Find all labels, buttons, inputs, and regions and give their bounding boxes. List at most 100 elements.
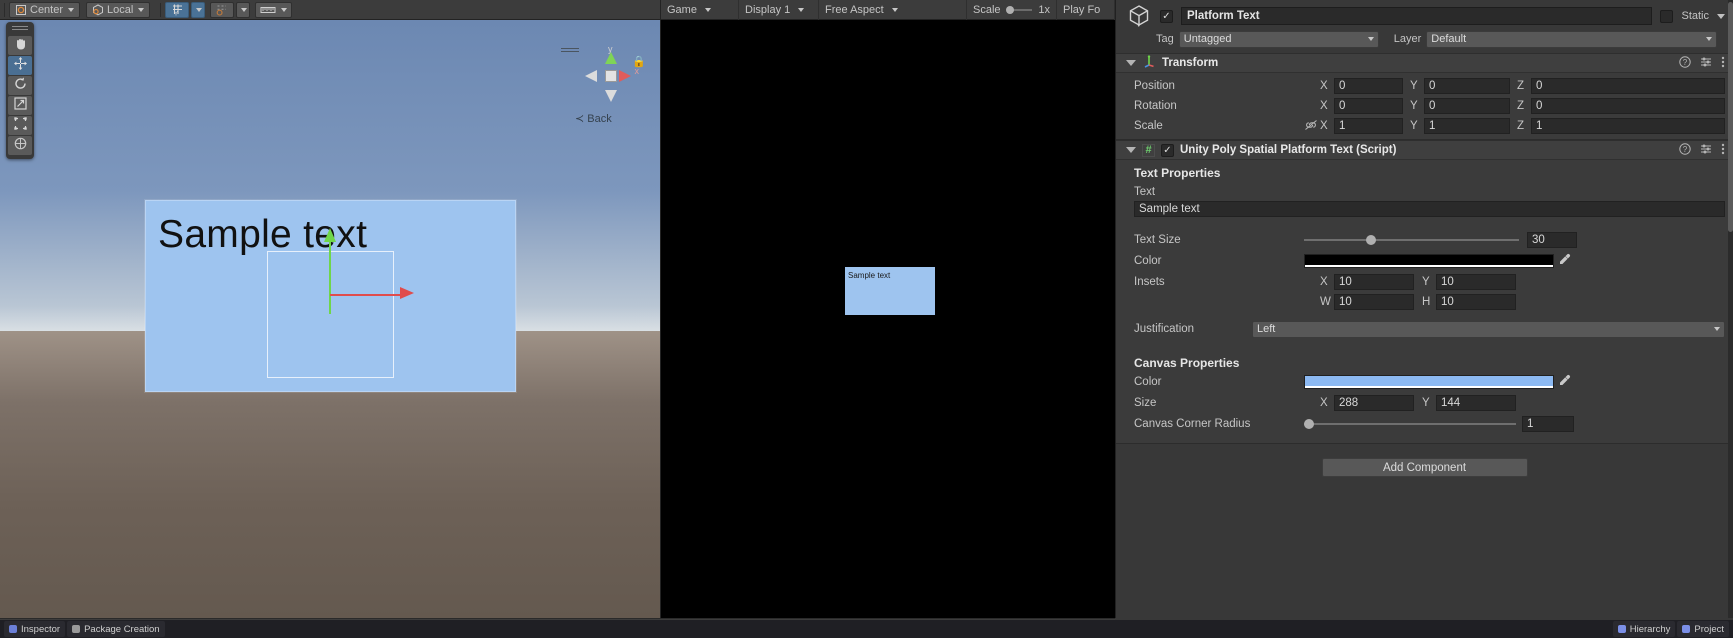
rect-tool[interactable] bbox=[8, 116, 32, 135]
axis-y-label: Y bbox=[1410, 80, 1418, 92]
game-view[interactable]: Sample text bbox=[660, 20, 1115, 618]
grid-snap-button[interactable]: Y bbox=[165, 1, 190, 18]
hand-tool[interactable] bbox=[8, 36, 32, 55]
scene-view[interactable]: Sample text 🔒 y x ≺ Back bbox=[0, 20, 660, 618]
scale-x-field[interactable]: 1 bbox=[1334, 118, 1403, 134]
insets-w-field[interactable]: 10 bbox=[1334, 294, 1414, 310]
scale-tool[interactable] bbox=[8, 96, 32, 115]
add-component-button[interactable]: Add Component bbox=[1321, 458, 1528, 477]
text-color-swatch[interactable] bbox=[1304, 254, 1554, 268]
taskbar-item[interactable]: Inspector bbox=[4, 621, 66, 637]
layer-value: Default bbox=[1431, 33, 1467, 45]
text-size-value-field[interactable]: 30 bbox=[1527, 232, 1577, 248]
aspect-dropdown[interactable]: Free Aspect bbox=[819, 0, 967, 20]
pivot-mode-button[interactable]: Center bbox=[9, 1, 81, 18]
scale-y-field[interactable]: 1 bbox=[1424, 118, 1510, 134]
eyedropper-icon[interactable] bbox=[1558, 253, 1571, 269]
ruler-button[interactable] bbox=[255, 1, 293, 18]
text-value-field[interactable]: Sample text bbox=[1134, 201, 1725, 217]
gizmo-cone-left[interactable] bbox=[585, 70, 597, 82]
script-component-header[interactable]: # ✓ Unity Poly Spatial Platform Text (Sc… bbox=[1116, 140, 1733, 160]
gameobject-name-field[interactable]: Platform Text bbox=[1181, 7, 1653, 25]
rotate-tool[interactable] bbox=[8, 76, 32, 95]
move-tool[interactable] bbox=[8, 56, 32, 75]
text-size-slider-knob[interactable] bbox=[1365, 235, 1376, 245]
position-z-field[interactable]: 0 bbox=[1531, 78, 1725, 94]
scale-z-field[interactable]: 1 bbox=[1531, 118, 1725, 134]
insets-h-field[interactable]: 10 bbox=[1436, 294, 1516, 310]
display-label: Display 1 bbox=[745, 3, 791, 16]
canvas-size-y-field[interactable]: 144 bbox=[1436, 395, 1516, 411]
rotation-z-field[interactable]: 0 bbox=[1531, 98, 1725, 114]
kebab-menu-icon[interactable] bbox=[1721, 143, 1725, 158]
transform-tool[interactable] bbox=[8, 136, 32, 155]
static-dropdown-chevron-down-icon[interactable] bbox=[1717, 13, 1725, 19]
scale-label: Scale bbox=[973, 3, 1001, 16]
display-dropdown[interactable]: Display 1 bbox=[739, 0, 819, 20]
canvas-color-label: Color bbox=[1134, 376, 1162, 388]
scale-slider-knob[interactable] bbox=[1005, 5, 1014, 14]
insets-axis-w-label: W bbox=[1320, 296, 1331, 308]
layer-dropdown[interactable]: Default bbox=[1426, 30, 1717, 48]
canvas-size-x-field[interactable]: 288 bbox=[1334, 395, 1414, 411]
preset-icon[interactable] bbox=[1700, 56, 1712, 71]
scale-slider-group[interactable]: Scale 1x bbox=[967, 0, 1057, 20]
toolbar-divider bbox=[160, 2, 162, 17]
scene-view-orientation-gizmo[interactable]: y x ≺ Back bbox=[575, 44, 639, 125]
text-color-row: Color bbox=[1116, 252, 1733, 270]
insets-x-field[interactable]: 10 bbox=[1334, 274, 1414, 290]
move-gizmo-y-arrow[interactable] bbox=[324, 228, 336, 242]
taskbar-item[interactable]: Project bbox=[1677, 621, 1729, 637]
constrain-proportions-off-icon[interactable] bbox=[1302, 119, 1320, 134]
rotation-y-field[interactable]: 0 bbox=[1424, 98, 1510, 114]
handle-space-button[interactable]: Local bbox=[86, 1, 151, 18]
position-x-field[interactable]: 0 bbox=[1334, 78, 1403, 94]
corner-radius-slider-knob[interactable] bbox=[1304, 419, 1314, 429]
move-gizmo-x-axis[interactable] bbox=[330, 294, 402, 296]
tool-palette-grip[interactable] bbox=[12, 26, 28, 32]
rotation-x-field[interactable]: 0 bbox=[1334, 98, 1403, 114]
snap-increment-button[interactable] bbox=[210, 1, 235, 18]
kebab-menu-icon[interactable] bbox=[1721, 56, 1725, 71]
canvas-color-swatch[interactable] bbox=[1304, 375, 1554, 389]
help-icon[interactable]: ? bbox=[1679, 142, 1691, 158]
eyedropper-icon[interactable] bbox=[1558, 374, 1571, 390]
game-view-menu[interactable]: Game bbox=[661, 0, 739, 20]
tag-dropdown[interactable]: Untagged bbox=[1178, 30, 1379, 48]
text-size-slider[interactable] bbox=[1304, 232, 1519, 248]
component-header-icons: ? bbox=[1679, 142, 1725, 158]
gizmo-cone-down[interactable] bbox=[605, 90, 617, 102]
justification-dropdown[interactable]: Left bbox=[1252, 320, 1725, 338]
play-focused-dropdown[interactable]: Play Fo bbox=[1057, 0, 1115, 20]
taskbar-item[interactable]: Package Creation bbox=[67, 621, 165, 637]
gizmo-back-label[interactable]: ≺ Back bbox=[575, 112, 612, 125]
gizmo-center-cube[interactable] bbox=[605, 70, 617, 82]
taskbar-item[interactable]: Hierarchy bbox=[1612, 621, 1676, 637]
gameobject-enabled-checkbox[interactable]: ✓ bbox=[1160, 9, 1173, 23]
scene-overlay-grip[interactable] bbox=[561, 48, 579, 54]
move-gizmo-y-axis[interactable] bbox=[329, 236, 331, 314]
insets-y-field[interactable]: 10 bbox=[1436, 274, 1516, 290]
move-gizmo-x-arrow[interactable] bbox=[400, 287, 414, 299]
game-view-toolbar: Game Display 1 Free Aspect Scale 1x Play… bbox=[660, 0, 1115, 20]
help-icon[interactable]: ? bbox=[1679, 55, 1691, 71]
corner-radius-slider[interactable] bbox=[1304, 416, 1516, 432]
preset-icon[interactable] bbox=[1700, 143, 1712, 158]
inspector-scrollbar-thumb[interactable] bbox=[1728, 2, 1733, 232]
chevron-down-icon bbox=[1706, 37, 1712, 41]
grid-snap-dropdown[interactable] bbox=[191, 1, 206, 18]
snap-increment-dropdown[interactable] bbox=[236, 1, 251, 18]
foldout-open-icon[interactable] bbox=[1126, 60, 1136, 66]
transform-component-header[interactable]: Transform ? bbox=[1116, 53, 1733, 73]
position-y-field[interactable]: 0 bbox=[1424, 78, 1510, 94]
foldout-open-icon[interactable] bbox=[1126, 147, 1136, 153]
gizmo-cone-up[interactable] bbox=[605, 52, 617, 64]
static-checkbox[interactable] bbox=[1660, 9, 1674, 23]
taskbar-item-label: Package Creation bbox=[84, 623, 160, 635]
inspector-scrollbar-track[interactable] bbox=[1728, 0, 1733, 638]
script-enabled-checkbox[interactable]: ✓ bbox=[1161, 143, 1174, 157]
text-size-slider-track bbox=[1304, 239, 1519, 241]
corner-radius-value-field[interactable]: 1 bbox=[1522, 416, 1574, 432]
gizmo-cone-right[interactable] bbox=[619, 70, 631, 82]
scale-slider[interactable] bbox=[1005, 5, 1033, 14]
